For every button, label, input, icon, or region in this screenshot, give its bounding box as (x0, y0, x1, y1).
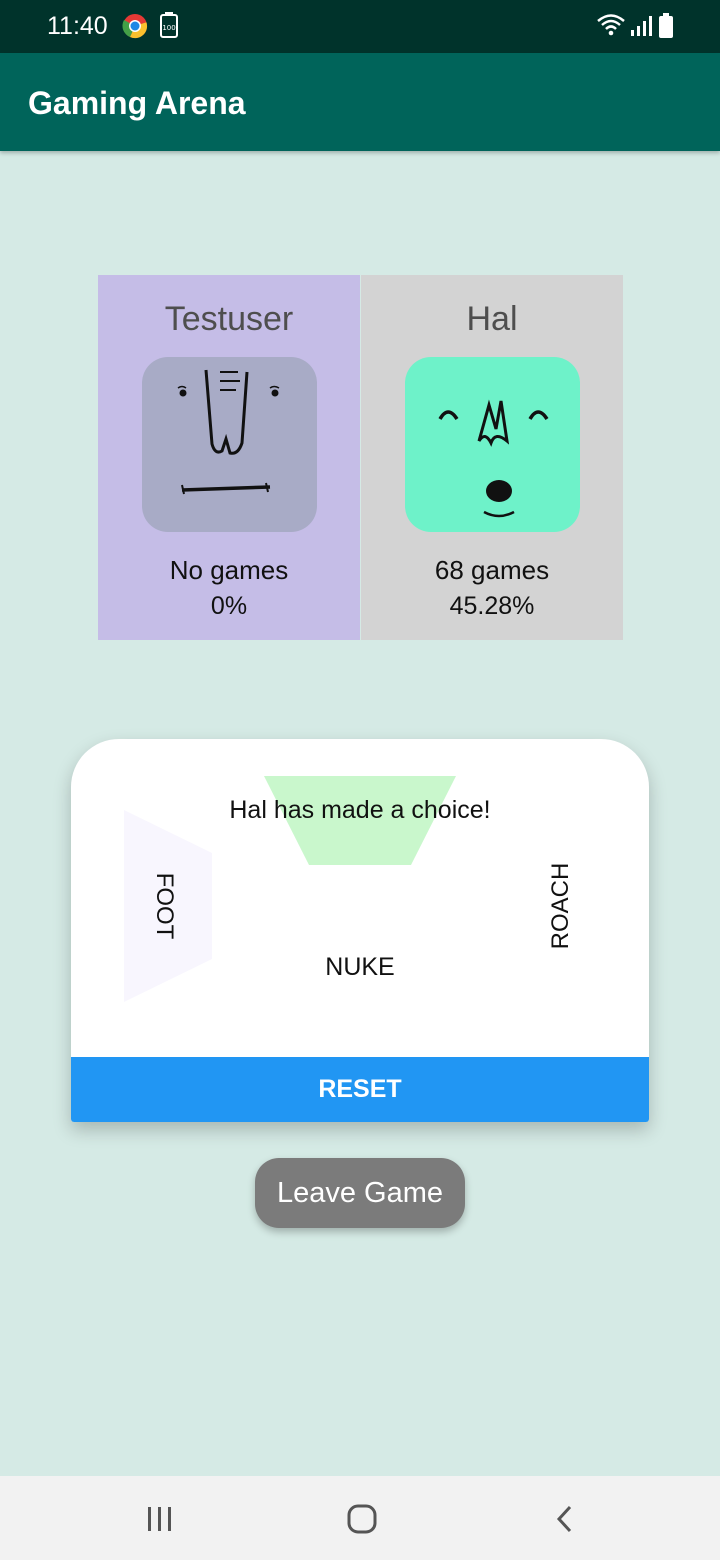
home-icon (347, 1504, 377, 1534)
battery-icon (658, 13, 674, 44)
status-bar: 11:40 100 (0, 0, 720, 53)
status-time: 11:40 (47, 12, 108, 40)
back-icon (556, 1505, 572, 1533)
reset-button[interactable]: RESET (71, 1057, 649, 1122)
choice-roach[interactable]: ROACH (547, 856, 575, 956)
chrome-icon (122, 13, 148, 44)
app-title: Gaming Arena (28, 85, 246, 121)
player-name: Hal (466, 300, 518, 338)
player-win-rate: 45.28% (449, 592, 535, 620)
app-bar: Gaming Arena (0, 53, 720, 151)
choice-foot[interactable]: FOOT (150, 861, 178, 951)
recents-button[interactable] (100, 1476, 220, 1560)
signal-icon (630, 15, 652, 42)
home-button[interactable] (302, 1476, 422, 1560)
player-avatar (142, 357, 317, 532)
navigation-bar (0, 1476, 720, 1560)
game-status-message: Hal has made a choice! (229, 796, 491, 824)
player-games: No games (169, 555, 289, 585)
game-board: Hal has made a choice! FOOT ROACH NUKE R… (71, 739, 649, 1122)
choice-nuke[interactable]: NUKE (71, 953, 649, 982)
player-name: Testuser (164, 300, 294, 338)
wifi-icon (596, 13, 626, 42)
player-card-testuser: Testuser No games 0% (98, 275, 360, 640)
recents-icon (148, 1507, 171, 1531)
player-games: 68 games (434, 555, 550, 585)
leave-game-button[interactable]: Leave Game (255, 1158, 465, 1228)
battery-small-text: 100 (162, 24, 175, 32)
player-avatar (405, 357, 580, 532)
player-card-hal: Hal 68 games 45.28% (361, 275, 623, 640)
back-button[interactable] (505, 1476, 625, 1560)
player-win-rate: 0% (210, 592, 248, 620)
battery-saver-icon: 100 (160, 12, 178, 43)
